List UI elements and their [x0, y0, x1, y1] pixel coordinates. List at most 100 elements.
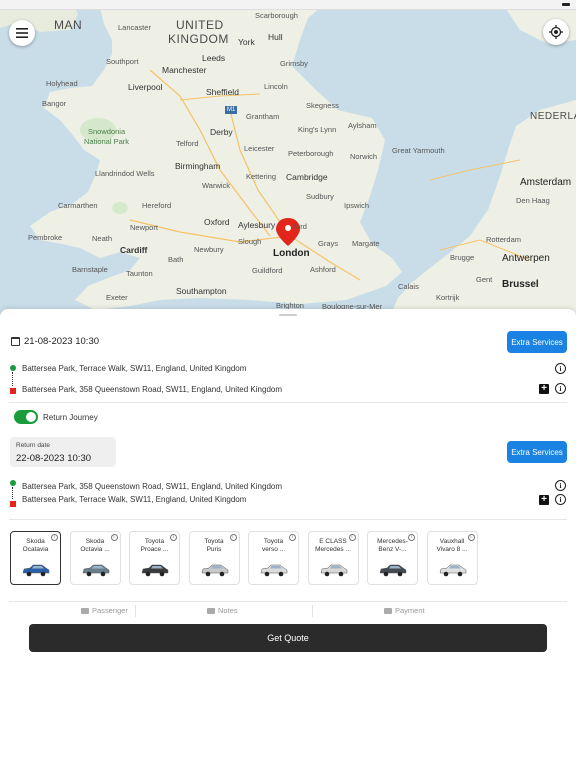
pickup-marker-icon	[10, 480, 16, 486]
map-label: Llandrindod Wells	[95, 169, 155, 178]
menu-button[interactable]	[9, 20, 35, 46]
tab-payment-label: Payment	[395, 606, 425, 615]
add-stop-icon[interactable]: +	[539, 495, 549, 505]
vehicle-card[interactable]: i Toyota verso ...	[248, 531, 299, 585]
extra-services-button[interactable]: Extra Services	[507, 331, 567, 353]
pickup-address[interactable]: Battersea Park, Terrace Walk, SW11, Engl…	[22, 364, 246, 373]
map-label: Skegness	[306, 101, 339, 110]
return-extra-services-button[interactable]: Extra Services	[507, 441, 567, 463]
info-icon[interactable]: i	[555, 480, 566, 491]
map-label: Birmingham	[175, 161, 221, 171]
status-bar	[0, 0, 576, 10]
vehicle-card[interactable]: i Skoda Octavia ...	[69, 531, 121, 585]
hamburger-icon	[16, 28, 28, 38]
vehicle-card[interactable]: i Skoda Ocatavia	[10, 531, 61, 585]
vehicle-name: Toyota Proace ...	[140, 538, 169, 554]
vehicle-card[interactable]: iE CLASS Mercedes ...	[307, 531, 359, 585]
battery-icon	[562, 3, 570, 6]
divider	[9, 402, 567, 403]
crosshair-icon	[549, 25, 563, 39]
vehicle-card[interactable]: i Mercedes- Benz V-...	[367, 531, 418, 585]
return-date-field[interactable]: Return date 22-08-2023 10:30	[10, 437, 116, 467]
vehicle-name: Toyota Puris	[204, 538, 224, 554]
dropoff-marker-icon	[10, 388, 16, 394]
map-label: Newport	[130, 223, 158, 232]
map-label: Guildford	[252, 266, 283, 275]
vehicle-name: Toyota verso ...	[261, 538, 286, 554]
map-label: Barnstaple	[72, 265, 108, 274]
info-icon[interactable]: i	[555, 363, 566, 374]
map-label: Slough	[238, 237, 262, 246]
info-icon[interactable]: i	[555, 494, 566, 505]
tab-passenger[interactable]: Passenger	[81, 606, 128, 615]
map-label: Den Haag	[516, 196, 550, 205]
tab-payment[interactable]: Payment	[384, 606, 425, 615]
map-label: Kettering	[246, 172, 277, 181]
booking-sheet: 21-08-2023 10:30 Extra Services Batterse…	[0, 309, 576, 768]
return-datetime: 22-08-2023 10:30	[16, 453, 92, 464]
map-label: Amsterdam	[520, 177, 572, 188]
map-label: London	[273, 248, 310, 259]
map-label: Ipswich	[344, 201, 370, 210]
map-label: Kortrijk	[436, 293, 460, 302]
add-stop-icon[interactable]: +	[539, 384, 549, 394]
map-label: Snowdonia	[88, 127, 126, 136]
dropoff-address[interactable]: Battersea Park, 358 Queenstown Road, SW1…	[22, 385, 282, 394]
map-label: Grimsby	[280, 59, 308, 68]
vehicle-selector: i Skoda Ocatavia i Skoda Octavia ... i Toyota…	[10, 531, 480, 585]
map-label: Calais	[398, 282, 419, 291]
info-icon[interactable]: i	[555, 383, 566, 394]
map-label: KINGDOM	[168, 32, 229, 46]
toggle-knob	[26, 412, 36, 422]
car-icon	[201, 564, 228, 577]
my-location-button[interactable]	[543, 19, 569, 45]
map-label: Grantham	[246, 112, 280, 121]
return-dropoff-address[interactable]: Battersea Park, Terrace Walk, SW11, Engl…	[22, 495, 246, 504]
map-label: Telford	[176, 139, 199, 148]
vehicle-card[interactable]: i Toyota Proace ...	[129, 531, 180, 585]
car-icon	[260, 564, 288, 577]
map-label: Pembroke	[28, 233, 63, 242]
return-journey-toggle[interactable]	[14, 410, 38, 424]
map-label: Rotterdam	[486, 235, 522, 244]
map-label: Antwerpen	[502, 253, 550, 264]
sheet-drag-handle[interactable]	[279, 314, 297, 316]
get-quote-button[interactable]: Get Quote	[29, 624, 547, 652]
divider	[9, 519, 567, 520]
vehicle-name: Vauxhall Vivaro 8 ...	[436, 538, 468, 554]
map-label: National Park	[84, 137, 130, 146]
tab-notes-label: Notes	[218, 606, 238, 615]
vehicle-card[interactable]: i Vauxhall Vivaro 8 ...	[426, 531, 478, 585]
map-label: Aylsham	[348, 121, 377, 130]
map-label: Southport	[106, 57, 139, 66]
tab-separator	[135, 605, 136, 617]
pickup-marker-icon	[10, 365, 16, 371]
payment-icon	[384, 607, 392, 614]
map-label: Bath	[168, 255, 184, 264]
return-pickup-address[interactable]: Battersea Park, 358 Queenstown Road, SW1…	[22, 482, 282, 491]
vehicle-name: Skoda Octavia ...	[80, 538, 110, 554]
vehicle-card[interactable]: i Toyota Puris	[188, 531, 240, 585]
map-label: Neath	[92, 234, 113, 243]
map-label: Bangor	[42, 99, 67, 108]
map-label: Hull	[268, 32, 283, 42]
map-label: Gent	[476, 275, 493, 284]
map-label: Southampton	[176, 286, 227, 296]
map-label: Hereford	[142, 201, 172, 210]
map-label: Scarborough	[255, 11, 298, 20]
pickup-date-row[interactable]: 21-08-2023 10:30 Extra Services	[0, 331, 576, 353]
map-label: York	[238, 37, 255, 47]
options-tabs: Passenger Notes Payment	[9, 601, 567, 619]
tab-notes[interactable]: Notes	[207, 606, 238, 615]
return-journey-label: Return Journey	[43, 413, 98, 422]
map-label: Exeter	[106, 293, 128, 302]
map-label: Ashford	[310, 265, 336, 274]
return-date-caption: Return date	[16, 442, 50, 449]
map-view[interactable]: MAN UNITED KINGDOM Scarborough Lancaster…	[0, 0, 576, 316]
map-label: Aylesbury	[238, 220, 276, 230]
map-label: Norwich	[350, 152, 378, 161]
map-label: Brussel	[502, 279, 539, 290]
map-label: Leeds	[202, 53, 226, 63]
vehicle-name: Mercedes- Benz V-...	[377, 538, 408, 554]
map-label: Leicester	[244, 144, 275, 153]
